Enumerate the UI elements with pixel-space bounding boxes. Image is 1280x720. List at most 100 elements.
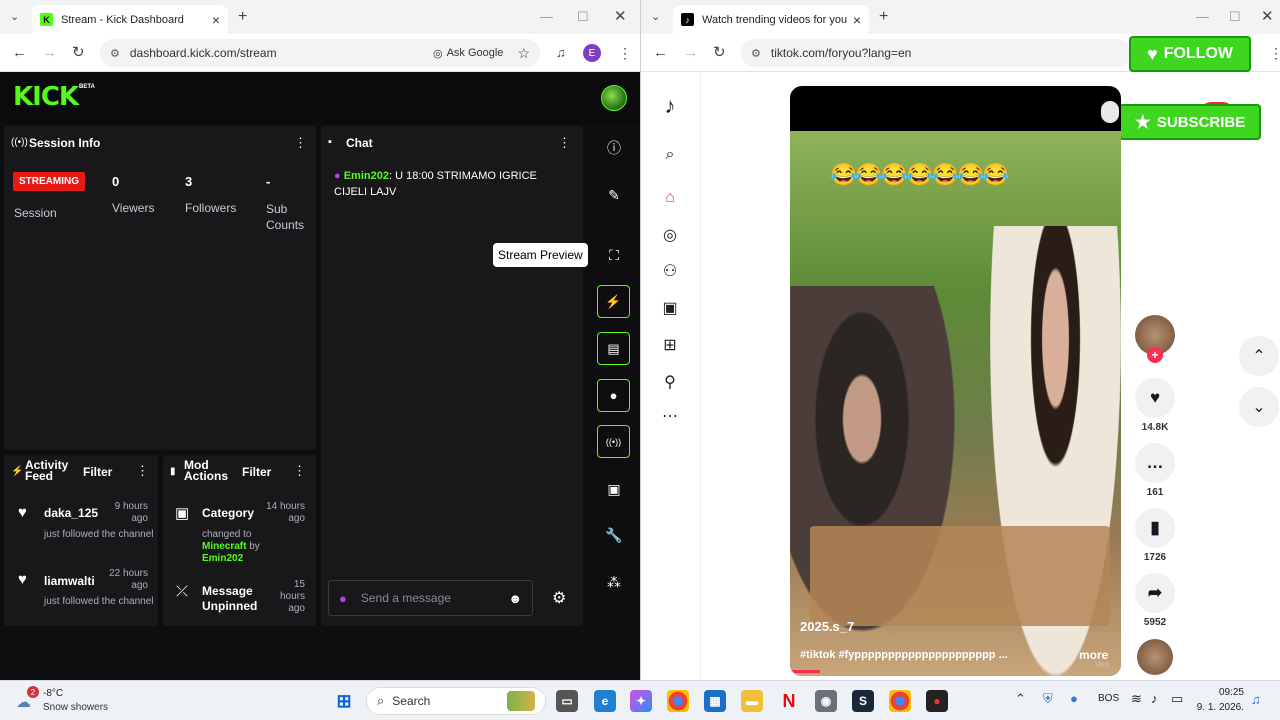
home-icon[interactable]: ⌂	[660, 188, 680, 208]
tab-list-icon[interactable]: ⌄	[651, 10, 660, 23]
copilot-icon[interactable]: ✦	[630, 690, 652, 712]
chrome-icon[interactable]	[667, 690, 689, 712]
like-action[interactable]: ♥ 14.8K	[1135, 378, 1175, 433]
video-player[interactable]: 😂😂😂😂😂😂😂 2025.s_7 #tiktok #fypppppppppppp…	[790, 86, 1121, 676]
wifi-icon[interactable]: ≋	[1131, 691, 1142, 707]
address-bar[interactable]: ⚙ dashboard.kick.com/stream ◎ Ask Google…	[100, 39, 540, 67]
follow-overlay-button[interactable]: ♥ FOLLOW	[1129, 36, 1251, 72]
explore-compass-icon[interactable]: ◎	[660, 225, 680, 245]
reload-icon[interactable]: ↻	[72, 44, 85, 62]
clock-time[interactable]: 09:25	[1196, 687, 1244, 698]
mod-filter-button[interactable]: Filter	[242, 465, 271, 479]
tools-wrench-icon[interactable]: 🔧	[605, 526, 623, 544]
taskbar-search[interactable]: ⌕ Search	[366, 687, 546, 715]
upload-plus-icon[interactable]: ⊞	[660, 335, 680, 355]
maximize-icon[interactable]: ☐	[577, 9, 589, 25]
chat-menu-icon[interactable]: ⋮	[558, 135, 571, 151]
new-tab-icon[interactable]: +	[879, 8, 888, 26]
notification-bell-icon[interactable]: ♫	[1251, 692, 1261, 707]
more-dots-icon[interactable]: ⋯	[660, 406, 680, 426]
file-explorer-icon[interactable]: ▬	[741, 690, 763, 712]
video-author[interactable]: 2025.s_7	[800, 619, 854, 634]
kick-logo[interactable]: KICK	[13, 82, 79, 112]
store-icon[interactable]: ▦	[704, 690, 726, 712]
community-icon[interactable]: ⁂	[605, 573, 623, 591]
close-tab-icon[interactable]: ×	[853, 12, 861, 28]
stream-preview-icon[interactable]: ⛶	[605, 246, 623, 264]
activity-user[interactable]: liamwalti	[44, 574, 95, 588]
emote-icon[interactable]: ☻	[508, 591, 522, 606]
forward-icon[interactable]: →	[683, 44, 698, 62]
sound-disc[interactable]	[1137, 639, 1173, 675]
profile-icon[interactable]: ⚲	[660, 372, 680, 392]
minimize-icon[interactable]: —	[540, 9, 553, 24]
edit-pencil-icon[interactable]: ✎	[605, 186, 623, 204]
video-manager-icon[interactable]: ▣	[605, 480, 623, 498]
chat-settings-icon[interactable]: ⚙	[552, 588, 566, 608]
task-view-icon[interactable]: ▭	[556, 690, 578, 712]
activity-menu-icon[interactable]: ⋮	[136, 463, 149, 479]
minimize-icon[interactable]: —	[1196, 9, 1209, 24]
browser-menu-icon[interactable]: ⋮	[1269, 44, 1280, 62]
quick-actions-button[interactable]: ⚡	[597, 285, 630, 318]
info-icon[interactable]: ⓘ	[605, 139, 623, 157]
forward-icon[interactable]: →	[42, 44, 57, 62]
maximize-icon[interactable]: ☐	[1229, 9, 1241, 25]
progress-bar[interactable]	[790, 670, 820, 673]
video-top-control[interactable]	[1101, 101, 1119, 123]
address-bar[interactable]: ⚙ tiktok.com/foryou?lang=en	[741, 39, 1131, 67]
tab-list-icon[interactable]: ⌄	[10, 10, 19, 23]
following-icon[interactable]: ⚇	[660, 261, 680, 281]
user-avatar[interactable]	[601, 85, 627, 111]
close-tab-icon[interactable]: ×	[212, 12, 220, 28]
browser-menu-icon[interactable]: ⋮	[618, 44, 632, 62]
chat-input[interactable]: ● Send a message ☻	[328, 580, 533, 616]
tab-kick-dashboard[interactable]: K Stream - Kick Dashboard ×	[32, 5, 228, 34]
ask-google-button[interactable]: ◎ Ask Google	[433, 47, 503, 60]
chat-toggle-button[interactable]: ●	[597, 379, 630, 412]
back-icon[interactable]: ←	[653, 44, 668, 62]
next-video-chevron-down-icon[interactable]: ⌄	[1239, 387, 1279, 427]
live-tv-icon[interactable]: ▣	[660, 298, 680, 318]
site-info-icon[interactable]: ⚙	[110, 47, 120, 60]
defender-shield-icon[interactable]: ⛨	[1043, 691, 1053, 707]
mod-menu-icon[interactable]: ⋮	[293, 463, 306, 479]
edge-icon[interactable]: e	[594, 690, 616, 712]
notes-button[interactable]: ▤	[597, 332, 630, 365]
moderator-link[interactable]: Emin202	[202, 553, 243, 564]
search-icon[interactable]: ⌕	[660, 145, 680, 165]
site-info-icon[interactable]: ⚙	[751, 47, 761, 60]
tray-overflow-chevron-icon[interactable]: ⌃	[1015, 691, 1026, 707]
clock-date[interactable]: 9. 1. 2026.	[1186, 702, 1244, 713]
close-window-icon[interactable]: ✕	[614, 7, 627, 25]
steam-icon[interactable]: S	[852, 690, 874, 712]
tab-tiktok[interactable]: ♪ Watch trending videos for you ×	[673, 5, 869, 34]
category-link[interactable]: Minecraft	[202, 541, 246, 552]
reload-icon[interactable]: ↻	[713, 44, 726, 62]
save-action[interactable]: ▮ 1726	[1135, 508, 1175, 563]
netflix-icon[interactable]: N	[778, 690, 800, 712]
microphone-tray-icon[interactable]: ●	[1070, 691, 1078, 706]
camera-icon[interactable]: ◉	[815, 690, 837, 712]
bookmark-star-icon[interactable]: ☆	[517, 45, 530, 62]
obs-icon[interactable]: ●	[926, 690, 948, 712]
activity-filter-button[interactable]: Filter	[83, 465, 112, 479]
comment-action[interactable]: … 161	[1135, 443, 1175, 498]
follow-plus-icon[interactable]: +	[1147, 347, 1163, 363]
broadcast-toggle-button[interactable]: ((•))	[597, 425, 630, 458]
previous-video-chevron-up-icon[interactable]: ⌃	[1239, 336, 1279, 376]
tiktok-logo-icon[interactable]: ♪	[660, 93, 680, 118]
chat-username[interactable]: Emin202	[344, 170, 389, 182]
profile-avatar[interactable]: E	[583, 44, 601, 62]
windows-start-icon[interactable]: ⊞	[333, 690, 355, 712]
subscribe-overlay-button[interactable]: ★ SUBSCRIBE	[1119, 104, 1261, 140]
media-controls-icon[interactable]: ♫	[556, 44, 566, 62]
activity-user[interactable]: daka_125	[44, 506, 98, 520]
battery-icon[interactable]: ▭	[1171, 691, 1183, 707]
share-action[interactable]: ➦ 5952	[1135, 573, 1175, 628]
session-menu-icon[interactable]: ⋮	[294, 135, 307, 151]
new-tab-icon[interactable]: +	[238, 8, 247, 26]
close-window-icon[interactable]: ✕	[1261, 7, 1274, 25]
language-indicator[interactable]: BOS	[1098, 693, 1119, 704]
chrome-profile-icon[interactable]	[889, 690, 911, 712]
